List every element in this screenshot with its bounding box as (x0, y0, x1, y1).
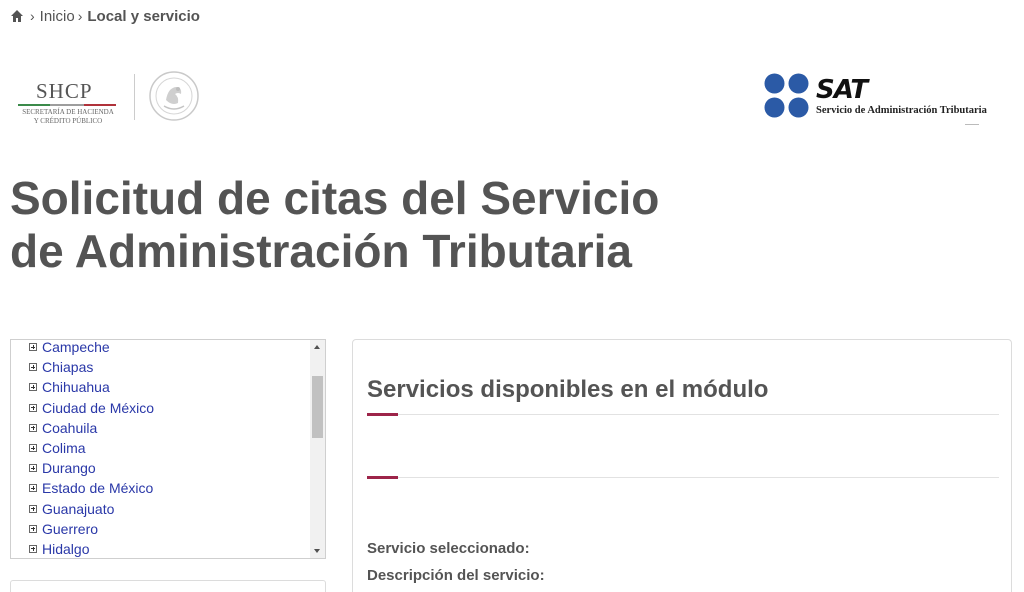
sat-underline (965, 124, 979, 125)
state-item[interactable]: Durango (11, 458, 311, 478)
plus-box-icon[interactable] (29, 524, 37, 533)
state-item[interactable]: Chiapas (11, 357, 311, 377)
plus-box-icon[interactable] (29, 464, 37, 473)
breadcrumb: › Inicio › Local y servicio (10, 6, 200, 26)
sat-subtitle: Servicio de Administración Tributaria (816, 105, 987, 116)
state-item-label: Coahuila (42, 419, 98, 436)
state-item-label: Ciudad de México (42, 399, 155, 416)
scroll-up-icon[interactable] (310, 340, 325, 355)
state-item[interactable]: Chihuahua (11, 377, 311, 397)
services-panel: Servicios disponibles en el módulo Servi… (352, 339, 1012, 592)
shcp-wordmark: SHCP (36, 79, 93, 103)
shcp-flag-bar (18, 104, 116, 106)
state-item-label: Colima (42, 440, 86, 457)
mexican-coat-of-arms-icon (148, 70, 200, 122)
plus-box-icon[interactable] (29, 363, 37, 372)
services-title: Servicios disponibles en el módulo (367, 376, 769, 403)
state-item-label: Estado de México (42, 480, 154, 497)
breadcrumb-inicio-link[interactable]: Inicio (40, 8, 75, 25)
logo-divider (134, 74, 135, 120)
state-item[interactable]: Ciudad de México (11, 398, 311, 418)
chevron-right-icon: › (30, 8, 35, 24)
state-item-label: Chiapas (42, 359, 94, 376)
plus-box-icon[interactable] (29, 403, 37, 412)
state-tree-list[interactable]: Campeche Chiapas Chihuahua Ciudad de México… (10, 339, 326, 559)
list-scrollbar[interactable] (310, 340, 325, 558)
state-item[interactable]: Coahuila (11, 418, 311, 438)
section-divider (367, 476, 999, 479)
state-item[interactable]: Campeche (11, 339, 311, 357)
section-divider (367, 413, 999, 416)
page-title: Solicitud de citas del Servicio de Admin… (10, 172, 660, 277)
service-description-label: Descripción del servicio: (367, 567, 545, 584)
state-item-label: Guanajuato (42, 500, 115, 517)
secondary-panel (10, 580, 326, 592)
selected-service-label: Servicio seleccionado: (367, 540, 530, 557)
plus-box-icon[interactable] (29, 383, 37, 392)
state-item-label: Guerrero (42, 520, 99, 537)
sat-dots-icon (763, 72, 811, 120)
state-item[interactable]: Colima (11, 438, 311, 458)
state-item-label: Durango (42, 460, 96, 477)
shcp-subtitle: SECRETARÍA DE HACIENDA Y CRÉDITO PÚBLICO (22, 108, 114, 125)
chevron-right-icon: › (77, 8, 83, 24)
state-item[interactable]: Guerrero (11, 519, 311, 539)
state-item-label: Chihuahua (42, 379, 110, 396)
state-item[interactable]: Guanajuato (11, 499, 311, 519)
state-item-label: Hidalgo (42, 540, 90, 557)
scroll-down-icon[interactable] (310, 543, 325, 558)
plus-box-icon[interactable] (29, 343, 37, 352)
plus-box-icon[interactable] (29, 484, 37, 493)
scroll-thumb[interactable] (312, 376, 323, 438)
breadcrumb-current: Local y servicio (87, 7, 200, 25)
plus-box-icon[interactable] (29, 444, 37, 453)
state-item[interactable]: Estado de México (11, 478, 311, 498)
plus-box-icon[interactable] (29, 544, 37, 553)
state-items: Campeche Chiapas Chihuahua Ciudad de México… (11, 339, 311, 558)
sat-logo: SAT Servicio de Administración Tributari… (763, 72, 1013, 128)
plus-box-icon[interactable] (29, 504, 37, 513)
home-icon[interactable] (10, 9, 24, 23)
sat-wordmark: SAT (816, 75, 868, 105)
shcp-logo: SHCP SECRETARÍA DE HACIENDA Y CRÉDITO PÚ… (18, 70, 208, 126)
state-item-label: Campeche (42, 339, 110, 356)
state-item[interactable]: Hidalgo (11, 539, 311, 558)
plus-box-icon[interactable] (29, 423, 37, 432)
